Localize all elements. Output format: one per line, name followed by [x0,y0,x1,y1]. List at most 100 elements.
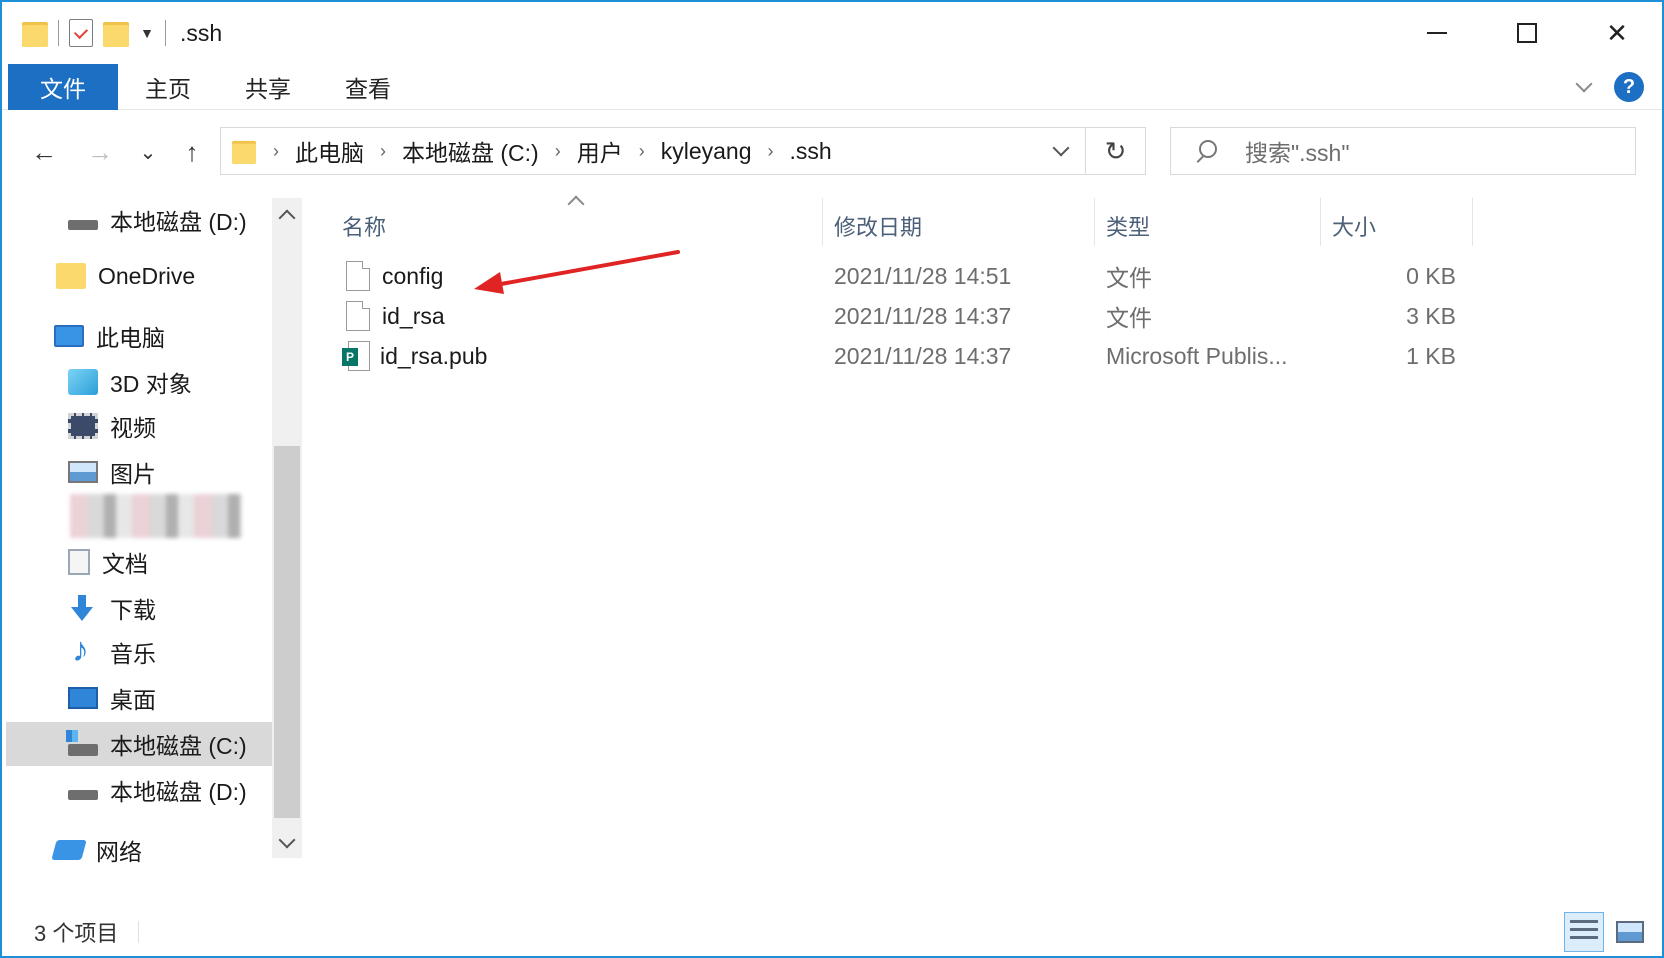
forward-button[interactable]: → [82,134,118,170]
window-controls: ✕ [1392,2,1662,64]
folder-icon [22,19,48,47]
refresh-button[interactable]: ↻ [1086,127,1146,175]
breadcrumb-ssh[interactable]: .ssh [790,138,832,165]
new-folder-icon[interactable] [103,19,129,47]
recent-locations-button[interactable]: ⌄ [130,134,166,170]
explorer-window: ▼ .ssh ✕ 文件 主页 共享 查看 ? ← → ⌄ ↑ › 此电脑 › 本… [0,0,1664,958]
sidebar-item-videos[interactable]: 视频 [6,404,272,448]
breadcrumb-chevron-icon[interactable]: › [639,141,645,162]
sidebar-item-label: 本地磁盘 (C:) [110,733,247,759]
breadcrumb-chevron-icon[interactable]: › [768,141,774,162]
breadcrumb-kyleyang[interactable]: kyleyang [661,138,752,165]
redacted-sidebar-item [70,494,242,538]
tab-view[interactable]: 查看 [318,64,418,110]
close-button[interactable]: ✕ [1572,2,1662,64]
customize-toolbar-dropdown-icon[interactable]: ▼ [139,25,155,41]
scroll-up-icon[interactable] [272,200,302,230]
tab-home[interactable]: 主页 [118,64,218,110]
file-size: 1 KB [1406,342,1456,369]
breadcrumb-drive-c[interactable]: 本地磁盘 (C:) [402,134,539,168]
table-row[interactable]: id_rsa 2021/11/28 14:37 文件 3 KB [342,296,1592,336]
breadcrumb-chevron-icon[interactable]: › [273,141,279,162]
sidebar-item-label: 3D 对象 [110,371,192,397]
sidebar-item-documents[interactable]: 文档 [6,540,272,584]
address-history-chevron-icon[interactable] [1052,139,1070,157]
sidebar-item-this-pc[interactable]: 此电脑 [6,314,272,358]
back-button[interactable]: ← [26,134,62,170]
search-box[interactable]: 搜索".ssh" [1170,127,1636,175]
sidebar-item-drive-d-2[interactable]: 本地磁盘 (D:) [6,768,272,812]
column-divider[interactable] [822,198,823,246]
file-size: 3 KB [1406,302,1456,329]
file-modified: 2021/11/28 14:51 [834,262,1012,289]
navigation-pane: 本地磁盘 (D:) OneDrive 此电脑 3D 对象 视频 图片 文档 下载… [6,198,288,908]
column-divider[interactable] [1094,198,1095,246]
breadcrumb-chevron-icon[interactable]: › [380,141,386,162]
pictures-icon [68,461,98,483]
maximize-button[interactable] [1482,2,1572,64]
publisher-file-icon: P [342,341,370,371]
sidebar-item-pictures[interactable]: 图片 [6,450,272,494]
window-title: .ssh [180,19,223,46]
system-drive-icon [66,730,98,756]
view-switcher [1564,912,1650,952]
sidebar-item-label: 网络 [96,839,142,865]
file-name-cell: config [346,256,443,296]
sidebar-item-label: OneDrive [98,262,196,289]
column-header-type[interactable]: 类型 [1106,206,1320,246]
sidebar-item-label: 本地磁盘 (D:) [110,779,247,805]
sidebar-item-network[interactable]: 网络 [6,828,272,872]
minimize-icon [1427,32,1447,34]
ribbon-tabs: 文件 主页 共享 查看 ? [2,63,1662,110]
sidebar-item-label: 视频 [110,415,156,441]
minimize-button[interactable] [1392,2,1482,64]
onedrive-folder-icon [56,263,86,289]
column-header-size[interactable]: 大小 [1332,206,1472,246]
large-icons-view-icon [1616,921,1644,943]
quick-access-toolbar: ▼ [22,19,166,47]
drive-icon [68,220,98,230]
title-bar: ▼ .ssh ✕ [2,2,1662,64]
properties-icon[interactable] [69,19,93,47]
scroll-down-icon[interactable] [272,828,302,858]
column-divider[interactable] [1320,198,1321,246]
tab-share[interactable]: 共享 [218,64,318,110]
documents-icon [68,549,90,575]
breadcrumb-this-pc[interactable]: 此电脑 [295,134,364,168]
file-type: 文件 [1106,305,1152,331]
column-divider[interactable] [1472,198,1473,246]
sidebar-item-downloads[interactable]: 下载 [6,586,272,630]
breadcrumb-chevron-icon[interactable]: › [555,141,561,162]
status-separator [138,921,140,943]
3d-objects-icon [68,369,98,395]
file-size: 0 KB [1406,262,1456,289]
sidebar-item-label: 音乐 [110,641,156,667]
table-row[interactable]: P id_rsa.pub 2021/11/28 14:37 Microsoft … [342,336,1592,376]
tab-file[interactable]: 文件 [8,63,118,110]
sidebar-item-desktop[interactable]: 桌面 [6,676,272,720]
address-bar[interactable]: › 此电脑 › 本地磁盘 (C:) › 用户 › kyleyang › .ssh [220,127,1086,175]
expand-ribbon-chevron-icon[interactable] [1575,75,1593,93]
details-view-button[interactable] [1564,912,1604,952]
up-button[interactable]: ↑ [174,134,210,170]
sidebar-item-drive-d[interactable]: 本地磁盘 (D:) [6,198,272,242]
breadcrumb-users[interactable]: 用户 [577,134,623,168]
file-modified: 2021/11/28 14:37 [834,342,1012,369]
sidebar-item-label: 图片 [110,461,156,487]
file-name: id_rsa.pub [380,342,488,369]
sidebar-scrollbar[interactable] [272,198,302,858]
sidebar-item-drive-c[interactable]: 本地磁盘 (C:) [6,722,272,766]
file-icon [346,261,370,291]
sidebar-item-3d-objects[interactable]: 3D 对象 [6,360,272,404]
music-icon [68,631,98,670]
sidebar-item-music[interactable]: 音乐 [6,630,272,674]
column-header-modified[interactable]: 修改日期 [834,206,1094,246]
help-icon[interactable]: ? [1614,72,1644,102]
item-count: 3 个项目 [34,921,119,946]
large-icons-view-button[interactable] [1610,912,1650,952]
search-input[interactable]: 搜索".ssh" [1245,134,1350,168]
file-name: id_rsa [382,302,445,329]
sidebar-item-onedrive[interactable]: OneDrive [6,254,272,298]
videos-icon [68,413,98,439]
scrollbar-thumb[interactable] [274,446,300,818]
